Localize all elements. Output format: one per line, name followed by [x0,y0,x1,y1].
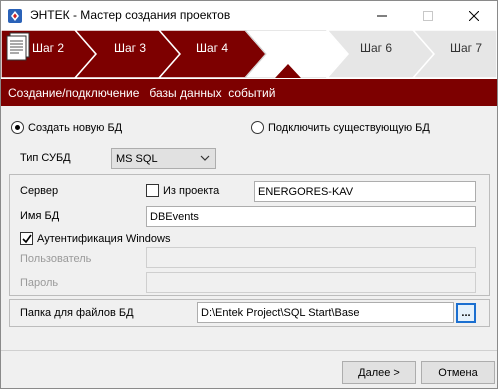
minimize-button[interactable] [359,1,405,30]
password-input[interactable] [146,272,476,293]
checkbox-box [20,232,33,245]
close-button[interactable] [451,1,497,30]
maximize-icon [423,10,433,21]
from-project-checkbox[interactable]: Из проекта [146,184,219,197]
dbms-value: MS SQL [116,152,158,165]
footer-divider [1,350,497,351]
server-input[interactable]: ENERGORES-KAV [254,181,476,202]
user-label: Пользователь [20,253,92,265]
maximize-button[interactable] [405,1,451,30]
radio-dot [11,121,24,134]
dbname-value: DBEvents [150,210,199,223]
steps-bar: Шаг 2 Шаг 3 Шаг 4 Шаг 6 Шаг 7 [1,30,497,78]
windows-auth-label: Аутентификация Windows [37,232,171,245]
section-header: Создание/подключение базы данных событий [1,78,497,106]
window-title: ЭНТЕК - Мастер создания проектов [30,8,231,22]
password-label: Пароль [20,277,59,289]
checkbox-box [146,184,159,197]
user-input[interactable] [146,247,476,268]
step-label-2: Шаг 2 [32,41,65,55]
step-label-6: Шаг 6 [360,41,393,55]
section-title: Создание/подключение базы данных событий [8,86,276,100]
folder-value: D:\Entek Project\SQL Start\Base [201,306,360,319]
dbname-input[interactable]: DBEvents [146,206,476,227]
radio-dot [251,121,264,134]
app-icon [8,9,22,23]
next-button[interactable]: Далее > [342,361,416,384]
folder-label: Папка для файлов БД [20,307,134,319]
dbms-select[interactable]: MS SQL [111,148,216,169]
step-label-3: Шаг 3 [114,41,147,55]
minimize-icon [377,15,387,16]
document-icon [6,32,30,61]
dbname-label: Имя БД [20,210,60,222]
check-icon [22,234,32,244]
server-value: ENERGORES-KAV [258,185,354,198]
create-db-radio[interactable]: Создать новую БД [11,121,122,134]
step-label-7: Шаг 7 [450,41,483,55]
step-label-4: Шаг 4 [196,41,229,55]
cancel-button[interactable]: Отмена [421,361,495,384]
from-project-label: Из проекта [163,184,220,197]
windows-auth-checkbox[interactable]: Аутентификация Windows [20,232,170,245]
steps-arrows [1,30,497,78]
close-icon [469,10,479,21]
chevron-down-icon [200,155,210,161]
create-db-label: Создать новую БД [28,121,123,134]
title-bar: ЭНТЕК - Мастер создания проектов [1,1,497,30]
wizard-window: ЭНТЕК - Мастер создания проектов Шаг 2 Ш… [0,0,498,389]
connect-db-radio[interactable]: Подключить существующую БД [251,121,430,134]
dbms-label: Тип СУБД [20,152,71,164]
connect-db-label: Подключить существующую БД [268,121,430,134]
server-label: Сервер [20,185,59,197]
folder-input[interactable]: D:\Entek Project\SQL Start\Base [197,302,454,323]
browse-button[interactable]: ... [456,303,476,323]
